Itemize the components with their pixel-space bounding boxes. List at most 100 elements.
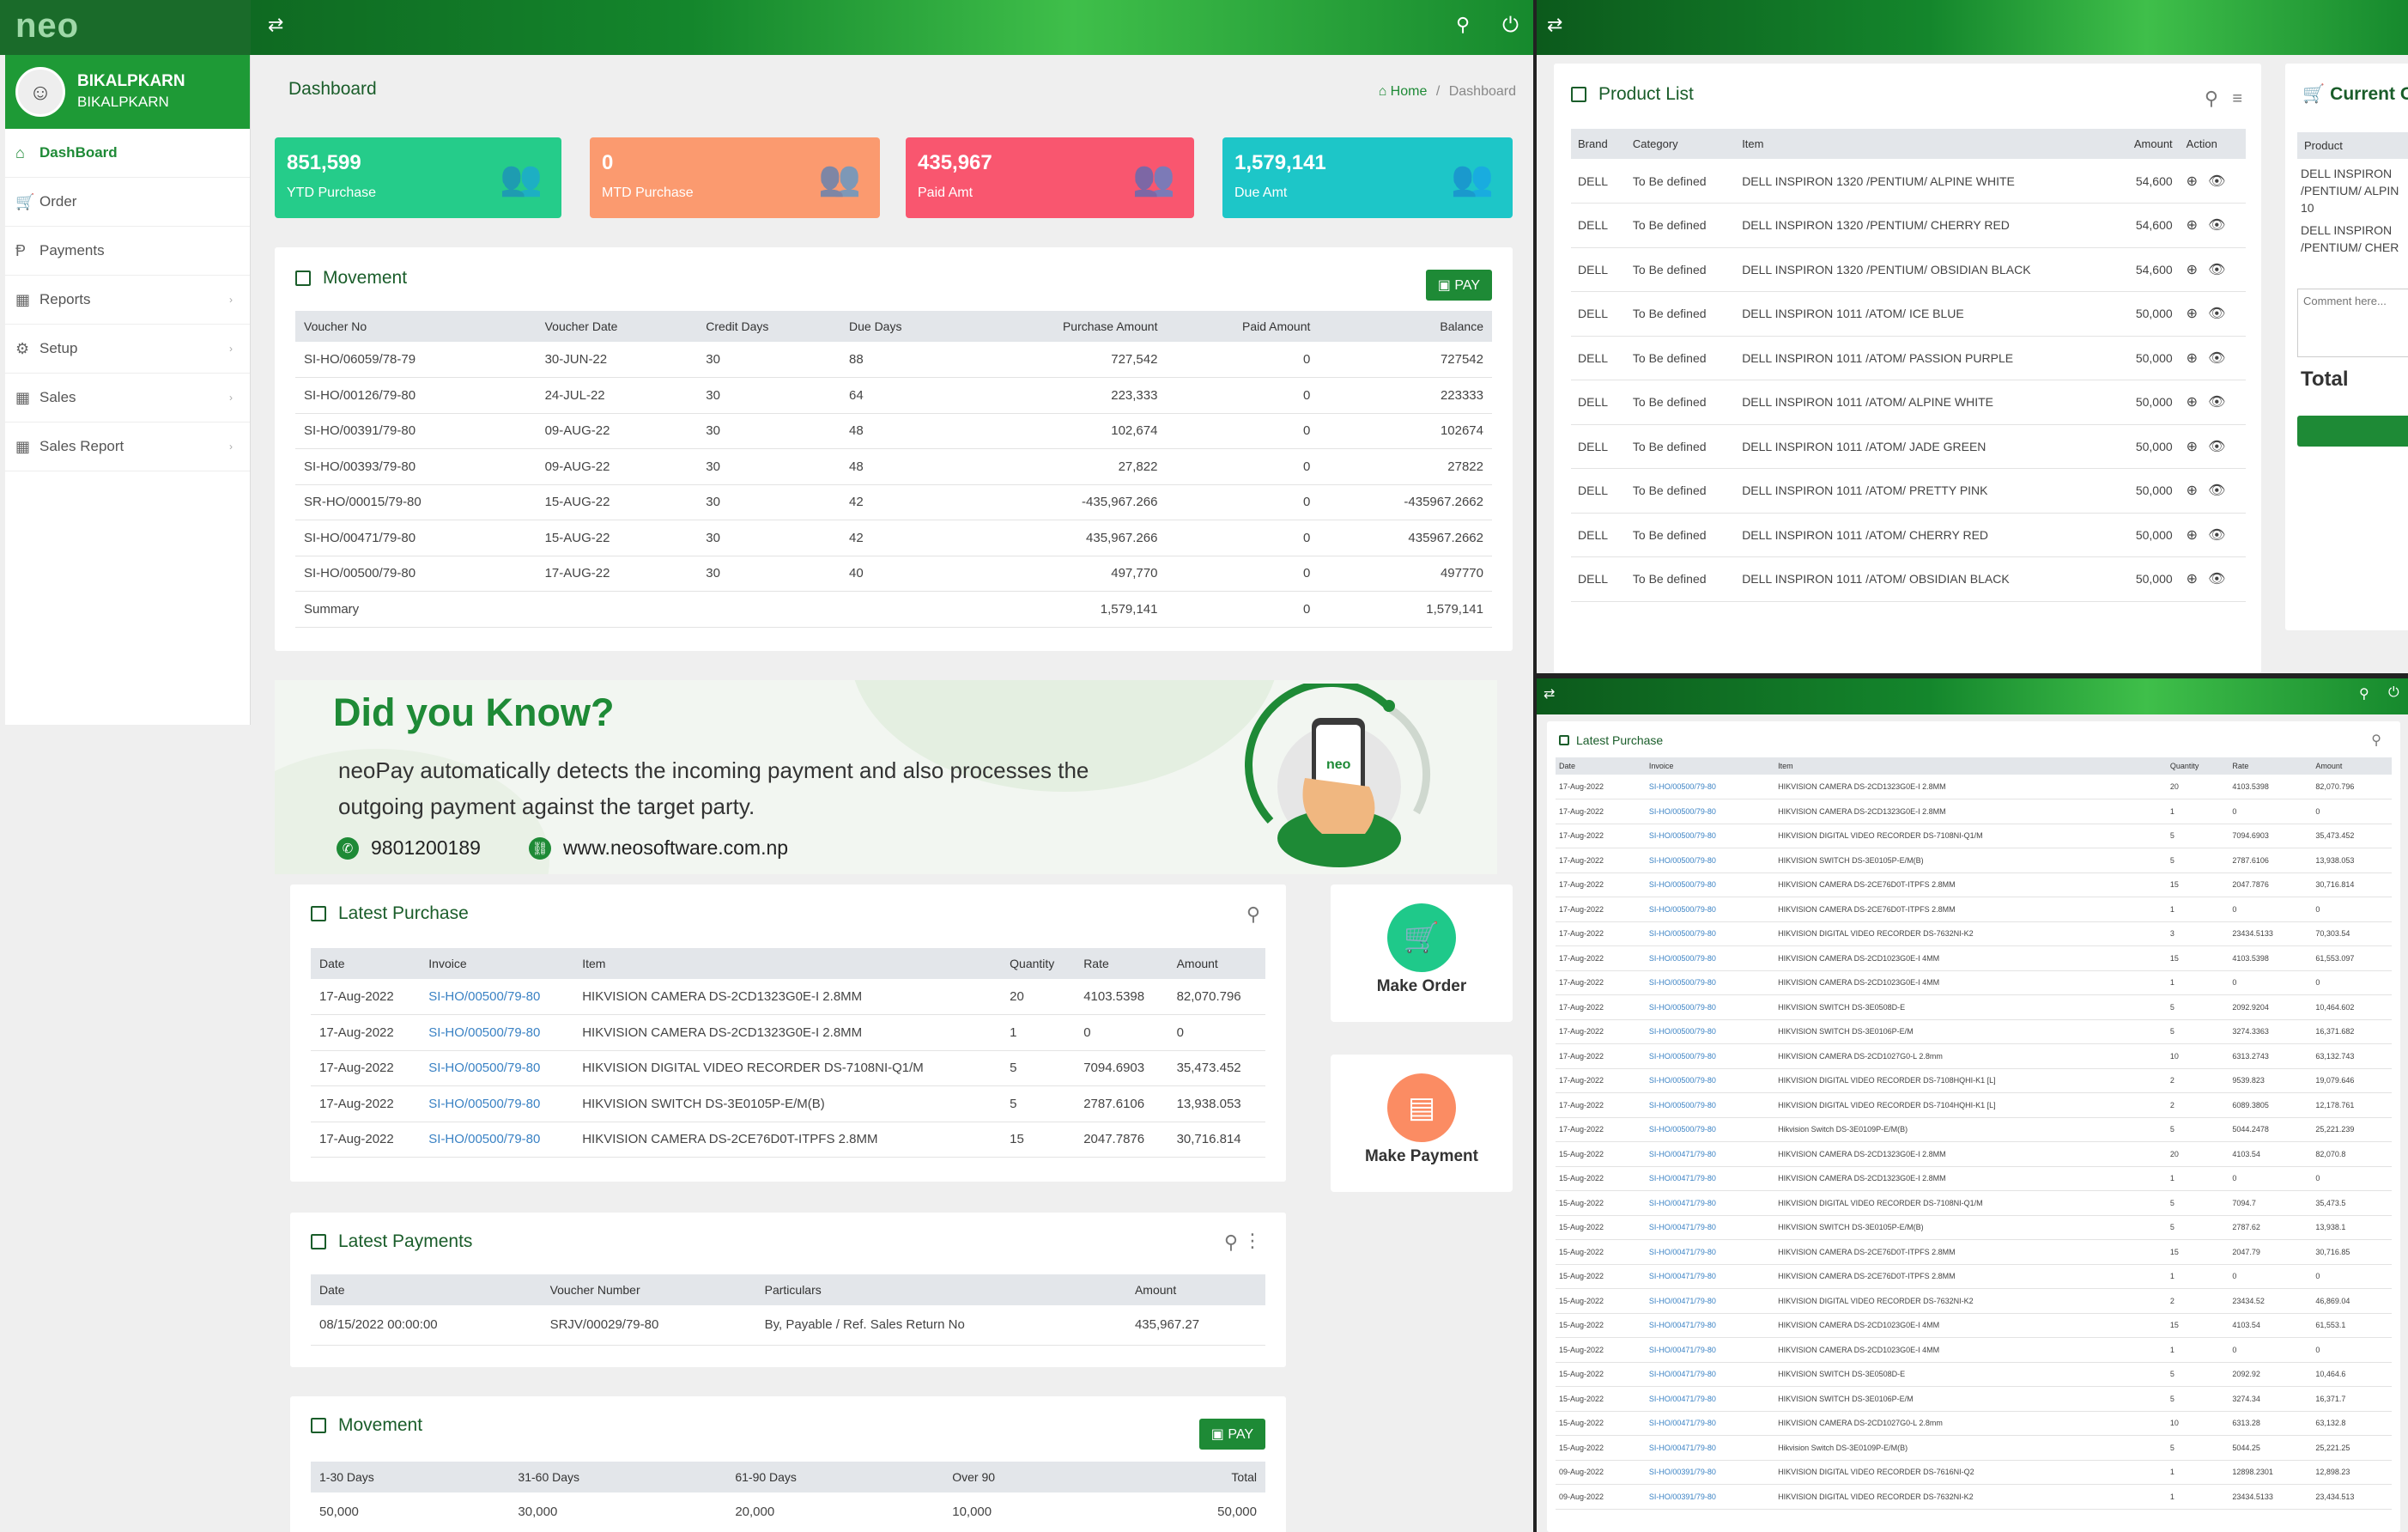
table-row[interactable]: SI-HO/00391/79-80 09-AUG-22 30 48 102,674 0 10… xyxy=(295,413,1492,449)
column-header[interactable]: Purchase Amount xyxy=(965,311,1167,342)
column-header[interactable]: Brand xyxy=(1571,129,1626,159)
table-cell[interactable]: SI-HO/00471/79-80 xyxy=(1645,1435,1775,1461)
column-header[interactable]: Amount xyxy=(2114,129,2180,159)
column-header[interactable]: Date xyxy=(1556,757,1646,775)
eye-icon[interactable]: 👁 xyxy=(2208,263,2225,277)
add-icon[interactable]: ⊕ xyxy=(2187,307,2198,321)
table-row[interactable]: 17-Aug-2022 SI-HO/00500/79-80 HIKVISION SW… xyxy=(311,1085,1265,1122)
table-row[interactable]: 15-Aug-2022 SI-HO/00471/79-80 HIKVISION SW… xyxy=(1556,1215,2392,1240)
sidebar-item-order[interactable]: 🛒 Order xyxy=(5,178,250,227)
search-icon[interactable]: ⚲ xyxy=(1456,14,1470,36)
table-row[interactable]: 15-Aug-2022 SI-HO/00471/79-80 HIKVISION SW… xyxy=(1556,1362,2392,1387)
column-header[interactable]: Amount xyxy=(2312,757,2392,775)
table-row[interactable]: 15-Aug-2022 SI-HO/00471/79-80 HIKVISION DI… xyxy=(1556,1190,2392,1216)
table-row[interactable]: 15-Aug-2022 SI-HO/00471/79-80 Hikvision Sw… xyxy=(1556,1435,2392,1461)
table-row[interactable]: DELL To Be defined DELL INSPIRON 1320 /PEN… xyxy=(1571,159,2246,204)
column-header[interactable]: Rate xyxy=(1075,948,1168,979)
swap-icon[interactable]: ⇄ xyxy=(1544,685,1555,702)
table-row[interactable]: 17-Aug-2022 SI-HO/00500/79-80 HIKVISION CA… xyxy=(1556,945,2392,971)
table-cell[interactable]: SI-HO/00500/79-80 xyxy=(1645,848,1775,873)
breadcrumb-home[interactable]: ⌂ Home xyxy=(1379,84,1428,99)
eye-icon[interactable]: 👁 xyxy=(2208,218,2225,233)
filter-icon[interactable]: ≡ xyxy=(2232,89,2242,109)
column-header[interactable]: 1-30 Days xyxy=(311,1462,510,1492)
sidebar-item-payments[interactable]: Ᵽ Payments xyxy=(5,227,250,276)
table-row[interactable]: DELL To Be defined DELL INSPIRON 1011 /ATO… xyxy=(1571,556,2246,602)
table-cell[interactable]: SI-HO/00471/79-80 xyxy=(1645,1215,1775,1240)
table-row[interactable]: 09-Aug-2022 SI-HO/00391/79-80 HIKVISION DI… xyxy=(1556,1460,2392,1485)
table-row[interactable]: 17-Aug-2022 SI-HO/00500/79-80 HIKVISION SW… xyxy=(1556,994,2392,1020)
column-header[interactable]: Invoice xyxy=(420,948,574,979)
table-row[interactable]: 17-Aug-2022 SI-HO/00500/79-80 HIKVISION DI… xyxy=(1556,921,2392,946)
table-cell[interactable]: SI-HO/00471/79-80 xyxy=(1645,1313,1775,1338)
eye-icon[interactable]: 👁 xyxy=(2208,351,2225,366)
summary-card-mtd-purchase[interactable]: 0 MTD Purchase 👥 xyxy=(590,137,880,218)
table-row[interactable]: 15-Aug-2022 SI-HO/00471/79-80 HIKVISION CA… xyxy=(1556,1141,2392,1167)
neo-logo[interactable]: neo xyxy=(0,0,251,55)
table-cell[interactable]: SI-HO/00500/79-80 xyxy=(1645,775,1775,799)
column-header[interactable]: Total xyxy=(1109,1462,1265,1492)
column-header[interactable]: Date xyxy=(311,948,421,979)
column-header[interactable]: Action xyxy=(2179,129,2246,159)
column-header[interactable]: Paid Amount xyxy=(1166,311,1319,342)
table-cell[interactable]: SI-HO/00471/79-80 xyxy=(1645,1141,1775,1167)
table-cell[interactable]: SI-HO/00500/79-80 xyxy=(1645,824,1775,848)
add-icon[interactable]: ⊕ xyxy=(2187,351,2198,366)
table-cell[interactable]: SI-HO/00500/79-80 xyxy=(420,1122,574,1158)
column-header[interactable]: Category xyxy=(1625,129,1736,159)
table-row[interactable]: 15-Aug-2022 SI-HO/00471/79-80 HIKVISION DI… xyxy=(1556,1288,2392,1314)
table-cell[interactable]: SI-HO/00500/79-80 xyxy=(1645,897,1775,922)
sidebar-item-sales[interactable]: ▦ Sales › xyxy=(5,374,250,423)
table-cell[interactable]: SI-HO/00500/79-80 xyxy=(1645,945,1775,971)
more-icon[interactable]: ⋮ xyxy=(1243,1230,1262,1252)
search-icon[interactable]: ⚲ xyxy=(2359,685,2369,702)
table-cell[interactable]: SI-HO/00471/79-80 xyxy=(1645,1337,1775,1363)
summary-card-ytd-purchase[interactable]: 851,599 YTD Purchase 👥 xyxy=(275,137,561,218)
table-row[interactable]: 17-Aug-2022 SI-HO/00500/79-80 HIKVISION DI… xyxy=(1556,1068,2392,1093)
eye-icon[interactable]: 👁 xyxy=(2208,307,2225,321)
table-cell[interactable]: SI-HO/00471/79-80 xyxy=(1645,1264,1775,1289)
add-icon[interactable]: ⊕ xyxy=(2187,395,2198,410)
table-cell[interactable]: SI-HO/00471/79-80 xyxy=(1645,1411,1775,1436)
add-icon[interactable]: ⊕ xyxy=(2187,483,2198,498)
place-order-button[interactable] xyxy=(2297,416,2408,447)
column-header[interactable]: Date xyxy=(311,1274,542,1305)
search-icon[interactable]: ⚲ xyxy=(2371,732,2381,749)
eye-icon[interactable]: 👁 xyxy=(2208,395,2225,410)
table-row[interactable]: DELL To Be defined DELL INSPIRON 1011 /ATO… xyxy=(1571,291,2246,337)
add-icon[interactable]: ⊕ xyxy=(2187,218,2198,233)
eye-icon[interactable]: 👁 xyxy=(2208,528,2225,543)
make-order-card[interactable]: 🛒 Make Order xyxy=(1331,885,1513,1022)
table-cell[interactable]: SI-HO/00391/79-80 xyxy=(1645,1460,1775,1485)
table-cell[interactable]: SI-HO/00500/79-80 xyxy=(1645,1019,1775,1044)
table-cell[interactable]: SI-HO/00391/79-80 xyxy=(1645,1484,1775,1510)
table-cell[interactable]: SI-HO/00471/79-80 xyxy=(1645,1166,1775,1191)
column-header[interactable]: Quantity xyxy=(2166,757,2229,775)
table-row[interactable]: SR-HO/00015/79-80 15-AUG-22 30 42 -435,967.2… xyxy=(295,484,1492,520)
table-row[interactable]: DELL To Be defined DELL INSPIRON 1011 /ATO… xyxy=(1571,468,2246,514)
column-header[interactable]: Voucher No xyxy=(295,311,537,342)
table-cell[interactable]: SI-HO/00471/79-80 xyxy=(1645,1239,1775,1265)
sidebar-item-setup[interactable]: ⚙ Setup › xyxy=(5,325,250,374)
add-icon[interactable]: ⊕ xyxy=(2187,528,2198,543)
eye-icon[interactable]: 👁 xyxy=(2208,572,2225,587)
table-row[interactable]: 08/15/2022 00:00:00 SRJV/00029/79-80 By, P… xyxy=(311,1305,1265,1346)
add-icon[interactable]: ⊕ xyxy=(2187,440,2198,454)
table-row[interactable]: 17-Aug-2022 SI-HO/00500/79-80 HIKVISION SW… xyxy=(1556,848,2392,873)
table-row[interactable]: SI-HO/00126/79-80 24-JUL-22 30 64 223,333 0 22… xyxy=(295,377,1492,414)
power-icon[interactable]: ⏻ xyxy=(1502,14,1519,38)
column-header[interactable]: Amount xyxy=(1168,948,1265,979)
sidebar-item-sales-report[interactable]: ▦ Sales Report › xyxy=(5,423,250,471)
search-icon[interactable]: ⚲ xyxy=(1224,1231,1238,1254)
table-row[interactable]: 17-Aug-2022 SI-HO/00500/79-80 HIKVISION CA… xyxy=(1556,775,2392,799)
table-row[interactable]: DELL To Be defined DELL INSPIRON 1320 /PEN… xyxy=(1571,203,2246,248)
table-cell[interactable]: SI-HO/00471/79-80 xyxy=(1645,1362,1775,1387)
avatar[interactable]: ☺ xyxy=(15,67,65,117)
table-cell[interactable]: SI-HO/00471/79-80 xyxy=(1645,1288,1775,1314)
eye-icon[interactable]: 👁 xyxy=(2208,483,2225,498)
column-header[interactable]: Voucher Number xyxy=(541,1274,756,1305)
search-icon[interactable]: ⚲ xyxy=(2205,88,2218,110)
table-row[interactable]: 17-Aug-2022 SI-HO/00500/79-80 HIKVISION DI… xyxy=(1556,824,2392,848)
column-header[interactable]: Voucher Date xyxy=(536,311,698,342)
column-header[interactable]: Item xyxy=(573,948,1002,979)
